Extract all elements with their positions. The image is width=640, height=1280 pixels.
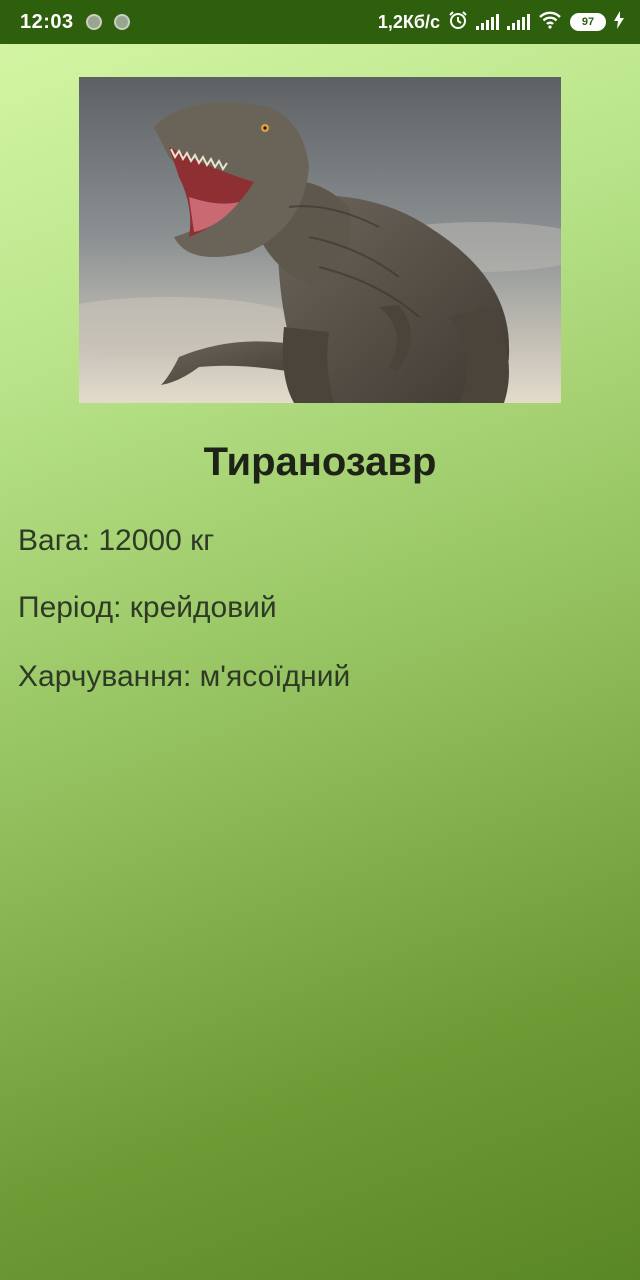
notification-dot-icon [113, 14, 130, 30]
screen-background: 12:03 1,2Кб/с 97 Тиранозавр Вага: 12000 … [0, 0, 640, 1280]
wifi-icon [538, 11, 562, 34]
battery-level: 97 [581, 16, 595, 28]
network-speed: 1,2Кб/с [377, 11, 440, 32]
charging-bolt-icon [614, 10, 624, 34]
notification-dot-icon [85, 14, 102, 30]
diet-label: Харчування: м'ясоїдний [18, 660, 351, 693]
status-bar: 12:03 1,2Кб/с 97 [0, 0, 640, 44]
battery-icon: 97 [570, 13, 606, 31]
weight-label: Вага: 12000 кг [18, 524, 215, 557]
dinosaur-image [79, 77, 561, 403]
alarm-icon [448, 10, 468, 35]
dinosaur-name: Тиранозавр [203, 440, 437, 484]
period-label: Період: крейдовий [18, 591, 277, 624]
cell-signal-2-icon [507, 14, 530, 30]
status-time: 12:03 [20, 10, 74, 33]
cell-signal-icon [476, 14, 499, 30]
